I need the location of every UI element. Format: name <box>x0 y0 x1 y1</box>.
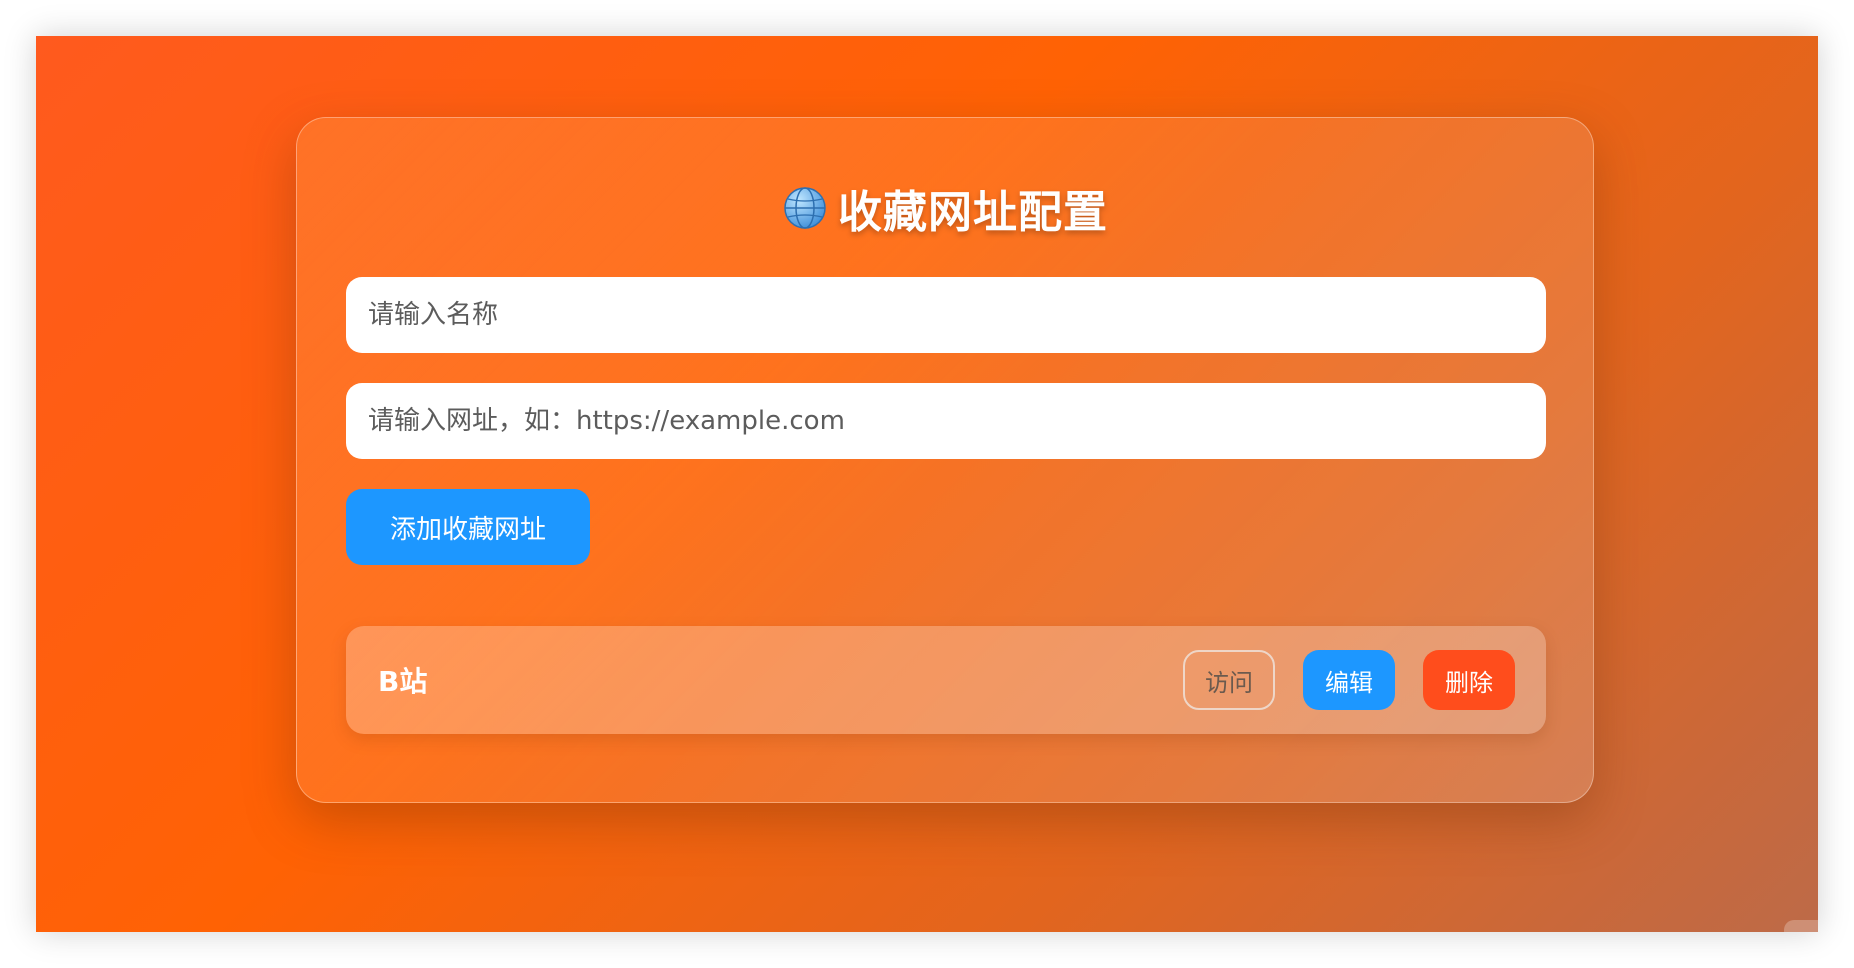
page-title-text: 收藏网址配置 <box>838 187 1108 238</box>
page-title: 收藏网址配置 <box>297 178 1593 238</box>
bookmark-item: B站 访问 编辑 删除 <box>346 626 1546 734</box>
add-bookmark-button[interactable]: 添加收藏网址 <box>346 489 590 565</box>
app-window: 收藏网址配置 添加收藏网址 B站 访问 编辑 删除 <box>36 36 1818 932</box>
edit-button[interactable]: 编辑 <box>1303 650 1395 710</box>
bookmark-name: B站 <box>378 665 428 698</box>
visit-button[interactable]: 访问 <box>1183 650 1275 710</box>
url-input[interactable] <box>346 383 1546 459</box>
globe-icon <box>784 187 826 229</box>
bookmark-config-card: 收藏网址配置 添加收藏网址 B站 访问 编辑 删除 <box>296 117 1594 803</box>
corner-handle <box>1784 920 1818 932</box>
name-input[interactable] <box>346 277 1546 353</box>
delete-button[interactable]: 删除 <box>1423 650 1515 710</box>
